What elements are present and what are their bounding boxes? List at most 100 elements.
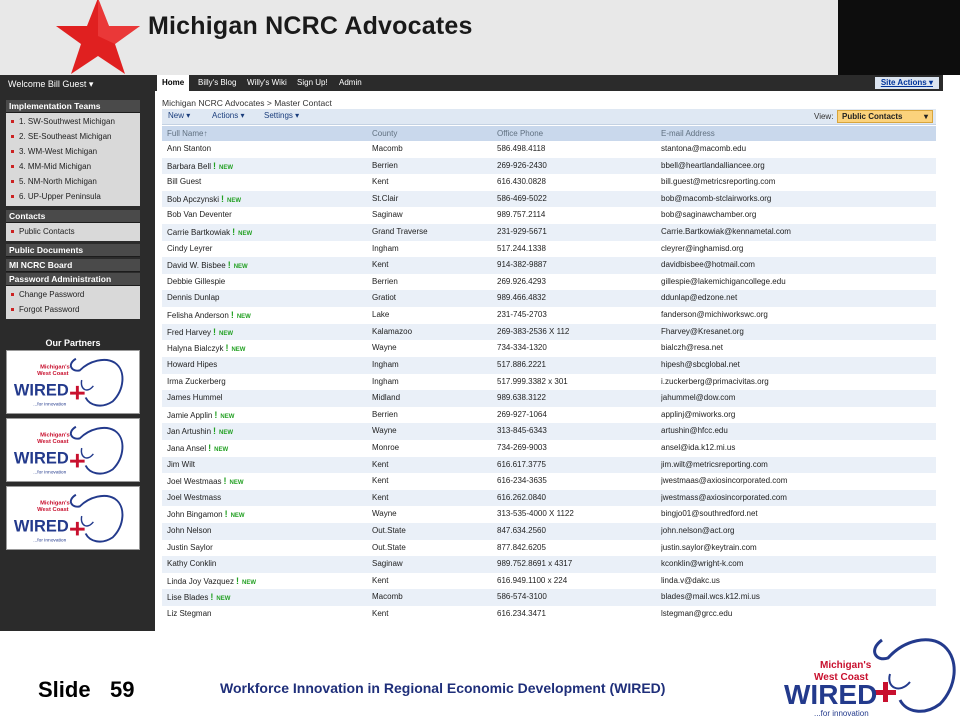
table-row[interactable]: James Hummel Midland 989.638.3122 jahummel@… — [162, 390, 936, 407]
column-header-full-name[interactable]: Full Name↑ — [167, 126, 367, 141]
site-header: Michigan NCRC Advocates — [0, 0, 960, 75]
table-row[interactable]: Ann Stanton Macomb 586.498.4118 stantona@ma… — [162, 141, 936, 158]
table-row[interactable]: Jan Artushin! NEW Wayne 313-845-6343 artushi… — [162, 423, 936, 440]
contact-name-link[interactable]: Jana Ansel! NEW — [167, 440, 367, 457]
new-badge: NEW — [219, 164, 234, 171]
new-badge: NEW — [231, 347, 246, 354]
sidebar-item-sw[interactable]: 1. SW-Southwest Michigan — [6, 114, 140, 129]
new-menu-button[interactable]: New ▾ — [168, 111, 190, 120]
nav-group-title[interactable]: Implementation Teams — [6, 100, 140, 113]
partner-logo-wired[interactable]: Michigan's West Coast WIRED ...for innov… — [6, 350, 140, 414]
tab-home[interactable]: Home — [157, 75, 190, 91]
actions-menu-button[interactable]: Actions ▾ — [212, 111, 244, 120]
nav-group-title[interactable]: Contacts — [6, 210, 140, 223]
column-header-office-phone[interactable]: Office Phone — [497, 126, 657, 141]
table-row[interactable]: Jana Ansel! NEW Monroe 734-269-9003 ansel@id… — [162, 440, 936, 457]
table-row[interactable]: Liz Stegman Kent 616.234.3471 lstegman@grcc… — [162, 606, 936, 623]
table-row[interactable]: Lise Blades! NEW Macomb 586-574-3100 blades@… — [162, 589, 936, 607]
table-row[interactable]: Kathy Conklin Saginaw 989.752.8691 x 4317 k… — [162, 556, 936, 573]
table-row[interactable]: Dennis Dunlap Gratiot 989.466.4832 ddunlap@… — [162, 290, 936, 308]
sidebar-item-public-contacts[interactable]: Public Contacts — [6, 224, 140, 239]
svg-text:Michigan's: Michigan's — [40, 364, 70, 370]
table-row[interactable]: Linda Joy Vazquez! NEW Kent 616.949.1100 x … — [162, 573, 936, 590]
table-row[interactable]: David W. Bisbee! NEW Kent 914-382-9887 david… — [162, 257, 936, 274]
table-row[interactable]: Howard Hipes Ingham 517.886.2221 hipesh@sbc… — [162, 356, 936, 374]
nav-group-title[interactable]: MI NCRC Board — [6, 259, 140, 272]
table-row[interactable]: Jamie Applin! NEW Berrien 269-927-1064 appli… — [162, 407, 936, 424]
contact-name-link[interactable]: Jim Wilt — [167, 457, 367, 474]
contact-name-link[interactable]: Jan Artushin! NEW — [167, 423, 367, 440]
table-row[interactable]: Halyna Bialczyk! NEW Wayne 734-334-1320 bial… — [162, 340, 936, 357]
contact-name-link[interactable]: Fred Harvey! NEW — [167, 324, 367, 341]
contact-name-link[interactable]: Bob Apczynski! NEW — [167, 191, 367, 208]
sidebar-item-change-password[interactable]: Change Password — [6, 287, 140, 302]
column-header-county[interactable]: County — [372, 126, 492, 141]
sidebar-item-wm[interactable]: 3. WM-West Michigan — [6, 144, 140, 159]
partner-logo-wired[interactable]: Michigan's West Coast WIRED ...for innov… — [6, 418, 140, 482]
table-row[interactable]: Bob Van Deventer Saginaw 989.757.2114 bob@s… — [162, 207, 936, 224]
table-row[interactable]: Justin Saylor Out.State 877.842.6205 justin… — [162, 540, 936, 557]
contact-name-link[interactable]: Felisha Anderson! NEW — [167, 307, 367, 324]
contact-email: davidbisbee@hotmail.com — [661, 260, 755, 270]
contact-name-link[interactable]: James Hummel — [167, 390, 367, 407]
contact-name-link[interactable]: Joel Westmaas! NEW — [167, 473, 367, 490]
contact-name-link[interactable]: Joel Westmass — [167, 490, 367, 507]
table-row[interactable]: Joel Westmass Kent 616.262.0840 jwestmass@a… — [162, 489, 936, 507]
table-row[interactable]: Bill Guest Kent 616.430.0828 bill.guest@met… — [162, 174, 936, 191]
table-row[interactable]: Bob Apczynski! NEW St.Clair 586-469-5022 bob… — [162, 190, 936, 208]
sidebar-item-nm[interactable]: 5. NM-North Michigan — [6, 174, 140, 189]
contact-name-link[interactable]: John Bingamon! NEW — [167, 506, 367, 523]
contact-name-link[interactable]: Linda Joy Vazquez! NEW — [167, 573, 367, 590]
column-header-email[interactable]: E-mail Address — [661, 126, 931, 141]
nav-group-contacts: Contacts Public Contacts — [6, 210, 140, 241]
partner-logo-wired[interactable]: Michigan's West Coast WIRED ...for innov… — [6, 486, 140, 550]
table-row[interactable]: John Bingamon! NEW Wayne 313-535-4000 X 112… — [162, 506, 936, 523]
contact-name-link[interactable]: Jamie Applin! NEW — [167, 407, 367, 424]
table-row[interactable]: John Nelson Out.State 847.634.2560 john.nel… — [162, 523, 936, 540]
contact-name-link[interactable]: Cindy Leyrer — [167, 241, 367, 258]
table-row[interactable]: Jim Wilt Kent 616.617.3775 jim.wilt@metrics… — [162, 456, 936, 474]
contact-name-link[interactable]: Justin Saylor — [167, 540, 367, 557]
tab-billys-blog[interactable]: Billy's Blog — [193, 75, 241, 91]
contact-name-link[interactable]: Debbie Gillespie — [167, 274, 367, 291]
contact-name-link[interactable]: Ann Stanton — [167, 141, 367, 158]
sidebar-item-forgot-password[interactable]: Forgot Password — [6, 302, 140, 317]
contact-name-link[interactable]: Bill Guest — [167, 174, 367, 191]
chevron-down-icon: ▾ — [88, 79, 94, 89]
table-row[interactable]: Cindy Leyrer Ingham 517.244.1338 cleyrer@in… — [162, 241, 936, 258]
table-row[interactable]: Debbie Gillespie Berrien 269.926.4293 gille… — [162, 274, 936, 291]
tab-admin[interactable]: Admin — [334, 75, 367, 91]
bullet-icon — [11, 180, 14, 184]
contact-name-link[interactable]: Barbara Bell! NEW — [167, 158, 367, 175]
nav-group-title[interactable]: Password Administration — [6, 273, 140, 286]
sidebar-item-se[interactable]: 2. SE-Southeast Michigan — [6, 129, 140, 144]
contact-name-link[interactable]: Howard Hipes — [167, 357, 367, 374]
contact-name-link[interactable]: Kathy Conklin — [167, 556, 367, 573]
table-row[interactable]: Barbara Bell! NEW Berrien 269-926-2430 bbell… — [162, 157, 936, 175]
chevron-down-icon: ▾ — [923, 112, 928, 121]
contact-name-link[interactable]: Bob Van Deventer — [167, 207, 367, 224]
sidebar-item-up[interactable]: 6. UP-Upper Peninsula — [6, 189, 140, 204]
settings-menu-button[interactable]: Settings ▾ — [264, 111, 299, 120]
contact-name-link[interactable]: Lise Blades! NEW — [167, 589, 367, 606]
sidebar-item-mm[interactable]: 4. MM-Mid Michigan — [6, 159, 140, 174]
contact-name-link[interactable]: Liz Stegman — [167, 606, 367, 623]
table-row[interactable]: Joel Westmaas! NEW Kent 616-234-3635 jwestma… — [162, 473, 936, 490]
contact-name-link[interactable]: David W. Bisbee! NEW — [167, 257, 367, 274]
table-row[interactable]: Carrie Bartkowiak! NEW Grand Traverse 231-9… — [162, 224, 936, 241]
table-row[interactable]: Irma Zuckerberg Ingham 517.999.3382 x 301 i… — [162, 374, 936, 391]
contact-phone: 313-845-6343 — [497, 426, 547, 436]
view-select[interactable]: Public Contacts ▾ — [837, 110, 933, 123]
contact-name-link[interactable]: John Nelson — [167, 523, 367, 540]
contact-name-link[interactable]: Dennis Dunlap — [167, 290, 367, 307]
tab-willys-wiki[interactable]: Willy's Wiki — [242, 75, 292, 91]
contact-name-link[interactable]: Carrie Bartkowiak! NEW — [167, 224, 367, 241]
contact-name-link[interactable]: Irma Zuckerberg — [167, 374, 367, 391]
tab-sign-up[interactable]: Sign Up! — [292, 75, 333, 91]
welcome-menu[interactable]: Welcome Bill Guest ▾ — [8, 79, 93, 90]
table-row[interactable]: Fred Harvey! NEW Kalamazoo 269-383-2536 X 1… — [162, 323, 936, 341]
site-actions-menu[interactable]: Site Actions ▾ — [874, 77, 939, 89]
table-row[interactable]: Felisha Anderson! NEW Lake 231-745-2703 fand… — [162, 307, 936, 324]
contact-name-link[interactable]: Halyna Bialczyk! NEW — [167, 340, 367, 357]
nav-group-title[interactable]: Public Documents — [6, 244, 140, 257]
